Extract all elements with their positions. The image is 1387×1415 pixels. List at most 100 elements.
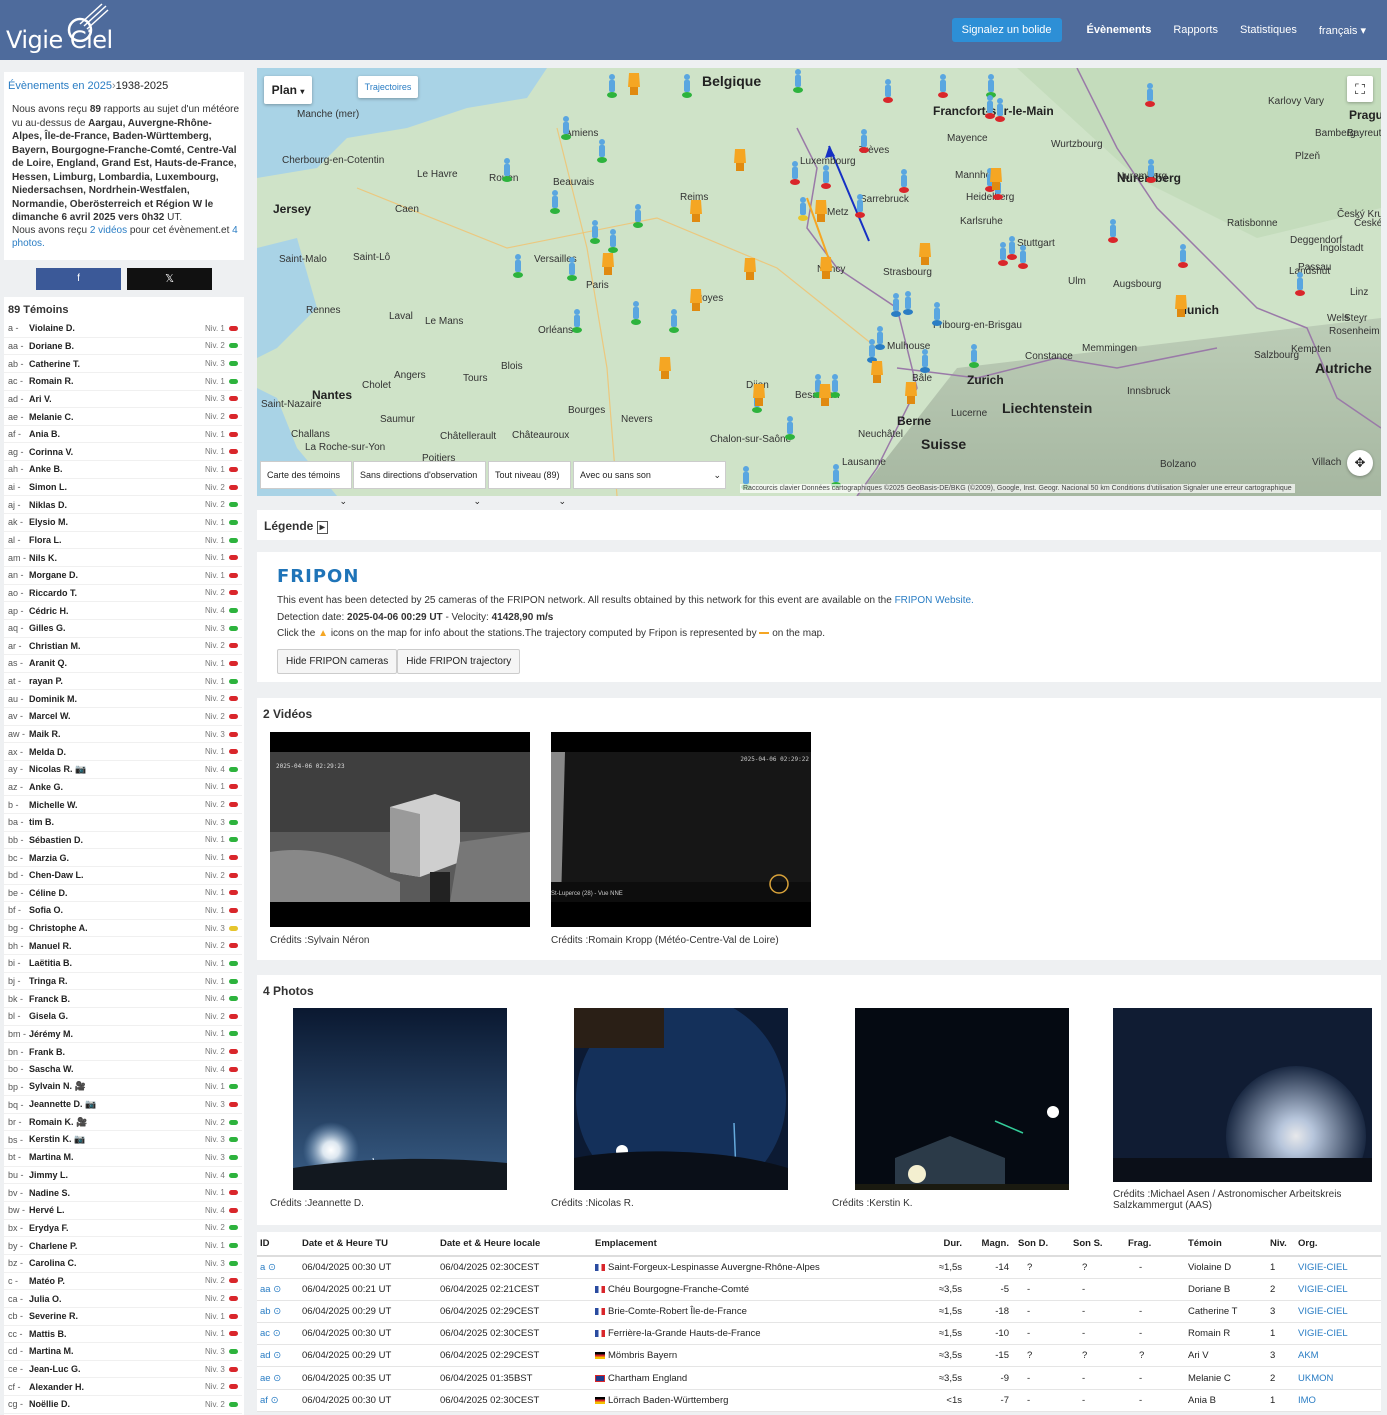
report-id[interactable]: a ⊙ [257, 1256, 299, 1279]
witness-marker-icon[interactable] [669, 308, 679, 334]
photo-thumbnail[interactable] [574, 1008, 788, 1190]
witness-name[interactable]: Chen-Daw L. [29, 870, 205, 880]
witness-name[interactable]: Sylvain N. 🎥 [29, 1081, 205, 1092]
fripon-camera-icon[interactable] [989, 168, 1002, 194]
table-row[interactable]: ae ⊙ 06/04/2025 00:35 UT 06/04/2025 01:35B… [257, 1366, 1381, 1390]
witness-name[interactable]: Carolina C. [29, 1258, 205, 1268]
witness-marker-icon[interactable] [1145, 82, 1155, 108]
witness-name[interactable]: Sofia O. [29, 905, 205, 915]
witness-name[interactable]: Laëtitia B. [29, 958, 205, 968]
witness-row[interactable]: bx - Erydya F. Niv. 2 [4, 1220, 242, 1238]
witness-row[interactable]: ay - Nicolas R. 📷 Niv. 4 [4, 761, 242, 779]
witness-name[interactable]: Flora L. [29, 535, 205, 545]
col-location[interactable]: Emplacement [592, 1232, 920, 1257]
witness-row[interactable]: ak - Elysio M. Niv. 1 [4, 514, 242, 532]
witness-row[interactable]: ax - Melda D. Niv. 1 [4, 743, 242, 762]
witness-row[interactable]: an - Morgane D. Niv. 1 [4, 567, 242, 585]
witness-row[interactable]: cd - Martina M. Niv. 3 [4, 1343, 242, 1361]
witness-name[interactable]: Ari V. [29, 394, 205, 404]
report-id[interactable]: aa ⊙ [257, 1278, 299, 1301]
witness-marker-icon[interactable] [1146, 158, 1156, 184]
witness-name[interactable]: Dominik M. [29, 694, 205, 704]
fripon-camera-icon[interactable] [689, 200, 702, 226]
witness-row[interactable]: am - Nils K. Niv. 1 [4, 549, 242, 567]
col-duration[interactable]: Dur. [920, 1232, 970, 1257]
video-player[interactable]: 2025-04-06 02:29:23 [270, 732, 530, 927]
witness-name[interactable]: Romain K. 🎥 [29, 1117, 205, 1128]
witness-marker-icon[interactable] [608, 228, 618, 254]
witness-row[interactable]: ab - Catherine T. Niv. 3 [4, 355, 242, 373]
witness-row[interactable]: af - Ania B. Niv. 1 [4, 426, 242, 444]
filter-level[interactable]: Tout niveau (89) ⌄ [488, 461, 571, 506]
organization-link[interactable]: IMO [1295, 1389, 1381, 1412]
col-witness[interactable]: Témoin [1185, 1232, 1267, 1257]
fripon-camera-icon[interactable] [1174, 295, 1187, 321]
nav-events-link[interactable]: Évènements [1087, 24, 1152, 36]
witness-row[interactable]: ce - Jean-Luc G. Niv. 3 [4, 1361, 242, 1379]
witness-name[interactable]: Gilles G. [29, 623, 205, 633]
witness-marker-icon[interactable] [998, 241, 1008, 267]
filter-sound[interactable]: Avec ou sans son ⌄ [573, 461, 726, 489]
witness-marker-icon[interactable] [855, 193, 865, 219]
fripon-camera-icon[interactable] [752, 384, 765, 410]
report-id[interactable]: ad ⊙ [257, 1344, 299, 1368]
col-sound-d[interactable]: Son D. [1015, 1232, 1070, 1257]
witness-marker-icon[interactable] [859, 128, 869, 154]
events-year-link[interactable]: Évènements en 2025 [8, 80, 112, 92]
witness-name[interactable]: Doriane B. [29, 341, 205, 351]
witness-name[interactable]: Severine R. [29, 1311, 205, 1321]
witness-name[interactable]: Niklas D. [29, 500, 205, 510]
col-level[interactable]: Niv. [1267, 1232, 1295, 1257]
witness-row[interactable]: al - Flora L. Niv. 1 [4, 532, 242, 550]
witness-marker-icon[interactable] [903, 290, 913, 316]
witness-row[interactable]: bw - Hervé L. Niv. 4 [4, 1202, 242, 1220]
table-row[interactable]: af ⊙ 06/04/2025 00:30 UT 06/04/2025 02:30C… [257, 1389, 1381, 1412]
witness-marker-icon[interactable] [883, 78, 893, 104]
witness-name[interactable]: Sébastien D. [29, 835, 205, 845]
fripon-camera-icon[interactable] [601, 253, 614, 279]
organization-link[interactable]: VIGIE-CIEL [1295, 1256, 1381, 1279]
legend-section[interactable]: Légende ▸ [257, 510, 1381, 540]
witness-marker-icon[interactable] [891, 292, 901, 318]
witness-name[interactable]: Kerstin K. 📷 [29, 1134, 205, 1145]
witness-row[interactable]: ar - Christian M. Niv. 2 [4, 638, 242, 656]
witness-name[interactable]: rayan P. [29, 676, 205, 686]
witness-marker-icon[interactable] [572, 308, 582, 334]
witness-name[interactable]: Romain R. [29, 376, 205, 386]
witness-row[interactable]: ai - Simon L. Niv. 2 [4, 479, 242, 497]
witness-map[interactable]: BelgiqueFrancfort-sur-le-MainPragueJerse… [257, 68, 1381, 496]
hide-fripon-cameras-button[interactable]: Hide FRIPON cameras [277, 649, 398, 674]
witness-name[interactable]: Matéo P. [29, 1276, 205, 1286]
table-row[interactable]: ac ⊙ 06/04/2025 00:30 UT 06/04/2025 02:30C… [257, 1322, 1381, 1346]
witness-name[interactable]: Frank B. [29, 1047, 205, 1057]
witness-row[interactable]: a - Violaine D. Niv. 1 [4, 320, 242, 338]
witness-marker-icon[interactable] [938, 73, 948, 99]
table-row[interactable]: a ⊙ 06/04/2025 00:30 UT 06/04/2025 02:30CE… [257, 1256, 1381, 1279]
witness-name[interactable]: Anke G. [29, 782, 205, 792]
witness-row[interactable]: cg - Noëllie D. Niv. 2 [4, 1396, 242, 1414]
witness-row[interactable]: b - Michelle W. Niv. 2 [4, 796, 242, 814]
witness-row[interactable]: bv - Nadine S. Niv. 1 [4, 1184, 242, 1203]
witness-row[interactable]: bf - Sofia O. Niv. 1 [4, 902, 242, 920]
witness-marker-icon[interactable] [590, 219, 600, 245]
witness-name[interactable]: Tringa R. [29, 976, 205, 986]
witness-row[interactable]: av - Marcel W. Niv. 2 [4, 708, 242, 726]
witness-marker-icon[interactable] [1295, 271, 1305, 297]
col-magnitude[interactable]: Magn. [970, 1232, 1015, 1257]
witness-row[interactable]: bj - Tringa R. Niv. 1 [4, 973, 242, 991]
witness-row[interactable]: aj - Niklas D. Niv. 2 [4, 496, 242, 515]
witness-name[interactable]: Aranit Q. [29, 658, 205, 668]
info-icon[interactable]: ⊙ [273, 1373, 281, 1384]
witness-marker-icon[interactable] [875, 325, 885, 351]
witness-row[interactable]: at - rayan P. Niv. 1 [4, 673, 242, 691]
witness-name[interactable]: Morgane D. [29, 570, 205, 580]
witness-name[interactable]: Michelle W. [29, 800, 205, 810]
witness-row[interactable]: be - Céline D. Niv. 1 [4, 885, 242, 903]
witness-marker-icon[interactable] [597, 138, 607, 164]
witness-row[interactable]: ap - Cédric H. Niv. 4 [4, 602, 242, 620]
fripon-camera-icon[interactable] [689, 289, 702, 315]
x-share-button[interactable]: 𝕏 [127, 268, 212, 290]
witness-row[interactable]: bq - Jeannette D. 📷 Niv. 3 [4, 1096, 242, 1114]
witness-name[interactable]: Christophe A. [29, 923, 205, 933]
witness-name[interactable]: Nicolas R. 📷 [29, 764, 205, 775]
